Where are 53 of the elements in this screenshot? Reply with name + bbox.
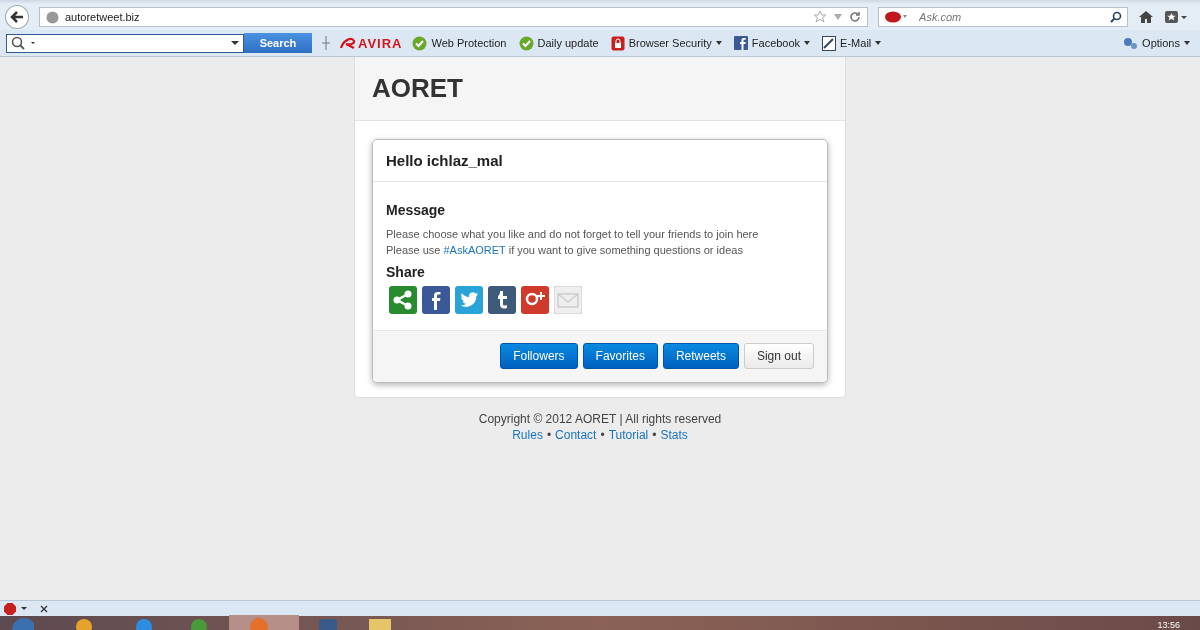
- toolbar-button[interactable]: Web Protection: [410, 35, 509, 51]
- toolbar-button[interactable]: Daily update: [516, 35, 601, 51]
- footer-link[interactable]: Stats: [660, 428, 688, 442]
- footer-link[interactable]: Contact: [555, 428, 597, 442]
- copyright-text: Copyright © 2012 AORET | All rights reserved: [478, 412, 722, 426]
- footer-link[interactable]: Tutorial: [608, 428, 649, 442]
- action-button[interactable]: Followers: [500, 343, 578, 369]
- adblock-icon[interactable]: [4, 602, 30, 615]
- separator-dot: •: [652, 428, 657, 442]
- footer-link[interactable]: Rules: [512, 428, 543, 442]
- hashtag-link[interactable]: #AskAORET: [443, 244, 506, 256]
- message-text: Please use #AskAORET if you want to give something questions or ideas: [386, 243, 744, 258]
- toolbar-search-field[interactable]: [6, 33, 244, 53]
- star-icon[interactable]: [813, 10, 828, 24]
- toolbar-button[interactable]: E-Mail: [820, 35, 884, 51]
- toolbar-button[interactable]: Facebook: [731, 36, 813, 50]
- share-heading: Share: [386, 264, 426, 280]
- address-bar[interactable]: autoretweet.biz: [38, 7, 869, 27]
- reload-icon[interactable]: [849, 11, 862, 23]
- panel-title: Hello ichlaz_mal: [386, 152, 504, 169]
- action-button[interactable]: Retweets: [662, 343, 739, 369]
- search-button[interactable]: Search: [244, 33, 312, 53]
- separator-dot: •: [600, 428, 605, 442]
- facebook-share-icon[interactable]: [422, 286, 450, 314]
- ask-logo-icon[interactable]: [884, 11, 909, 23]
- separator-dot: •: [546, 428, 552, 442]
- options-button[interactable]: Options: [1120, 36, 1192, 50]
- close-icon[interactable]: [40, 604, 48, 613]
- message-text: Please choose what you like and do not forget to tell your friends to join here: [386, 227, 760, 242]
- dropdown-icon[interactable]: [231, 40, 239, 46]
- caret-icon: [1184, 41, 1190, 45]
- share-share-icon[interactable]: [389, 286, 417, 314]
- resize-handle-icon[interactable]: [320, 36, 332, 50]
- back-button[interactable]: [5, 5, 29, 29]
- facebook-icon: [733, 36, 748, 50]
- check-circle-icon: [412, 35, 428, 51]
- site-title: AORET: [372, 73, 464, 104]
- home-icon[interactable]: [1138, 10, 1155, 24]
- check-circle-icon: [518, 35, 534, 51]
- search-icon[interactable]: [1110, 11, 1123, 23]
- bookmarks-icon[interactable]: [1164, 10, 1188, 24]
- back-arrow-icon: [10, 10, 24, 24]
- message-heading: Message: [386, 202, 447, 218]
- action-button[interactable]: Favorites: [582, 343, 658, 369]
- search-field[interactable]: Ask.com: [878, 7, 1129, 27]
- gplus-share-icon[interactable]: [521, 286, 549, 314]
- toolbar-button[interactable]: Browser Security: [608, 35, 724, 51]
- clock: 13:56: [1157, 620, 1180, 630]
- twitter-share-icon[interactable]: [455, 286, 483, 314]
- tumblr-share-icon[interactable]: [488, 286, 516, 314]
- sign-out-button[interactable]: Sign out: [743, 343, 814, 369]
- brand-logo[interactable]: AVIRA: [340, 35, 403, 51]
- padlock-icon: [610, 35, 625, 51]
